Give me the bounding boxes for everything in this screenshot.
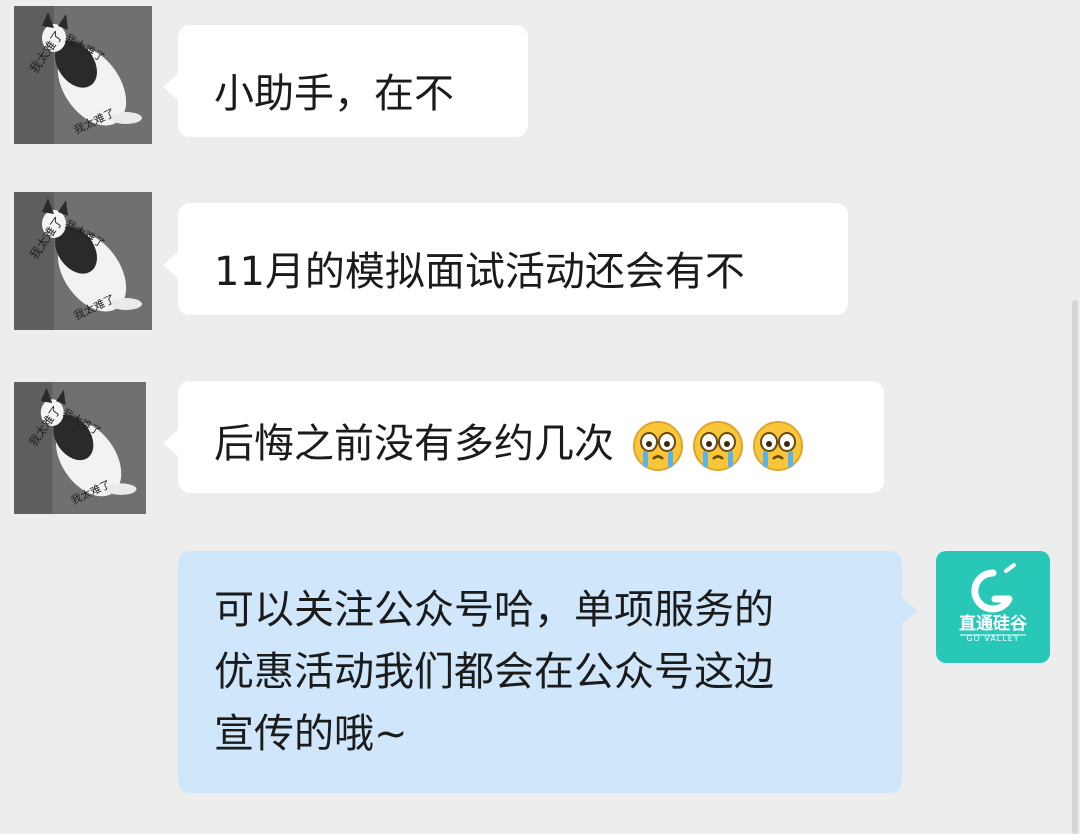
go-valley-logo-icon [960,563,1026,636]
emoji-row [631,419,805,473]
bubble-tail [163,73,179,101]
bubble-tail [901,597,917,625]
message-text: 小助手，在不 [214,71,454,117]
message-text: 11月的模拟面试活动还会有不 [214,249,745,295]
husky-avatar-icon: 我太难了 我太难了 我太难了 [14,192,152,330]
message-bubble-4[interactable]: 可以关注公众号哈，单项服务的 优惠活动我们都会在公众号这边 宣传的哦~ [178,551,917,793]
chat-scrollbar[interactable] [1072,300,1078,834]
user-avatar[interactable]: 我太难了 我太难了 我太难了 [14,382,146,514]
message-line-2: 优惠活动我们都会在公众号这边 [214,649,774,695]
message-line-1: 可以关注公众号哈，单项服务的 [214,587,774,633]
loudly-crying-face-icon [631,419,685,473]
message-bubble-1[interactable]: 小助手，在不 [163,25,528,137]
user-avatar[interactable]: 我太难了 我太难了 我太难了 [14,6,152,144]
bot-logo-text: 直通硅谷 [959,614,1027,634]
message-bubble-3[interactable]: 后悔之前没有多约几次 [163,381,884,493]
husky-avatar-icon: 我太难了 我太难了 我太难了 [14,382,146,514]
bubble-tail [163,251,179,279]
husky-avatar-icon: 我太难了 我太难了 我太难了 [14,6,152,144]
message-bubble-2[interactable]: 11月的模拟面试活动还会有不 [163,203,848,315]
loudly-crying-face-icon [691,419,745,473]
user-avatar[interactable]: 我太难了 我太难了 我太难了 [14,192,152,330]
loudly-crying-face-icon [751,419,805,473]
bubble-tail [163,429,179,457]
bot-logo-subtext: GO VALLEY [966,634,1020,643]
assistant-avatar[interactable]: 直通硅谷 GO VALLEY [936,551,1050,663]
message-text: 后悔之前没有多约几次 [214,421,614,467]
message-line-3: 宣传的哦~ [214,711,408,757]
